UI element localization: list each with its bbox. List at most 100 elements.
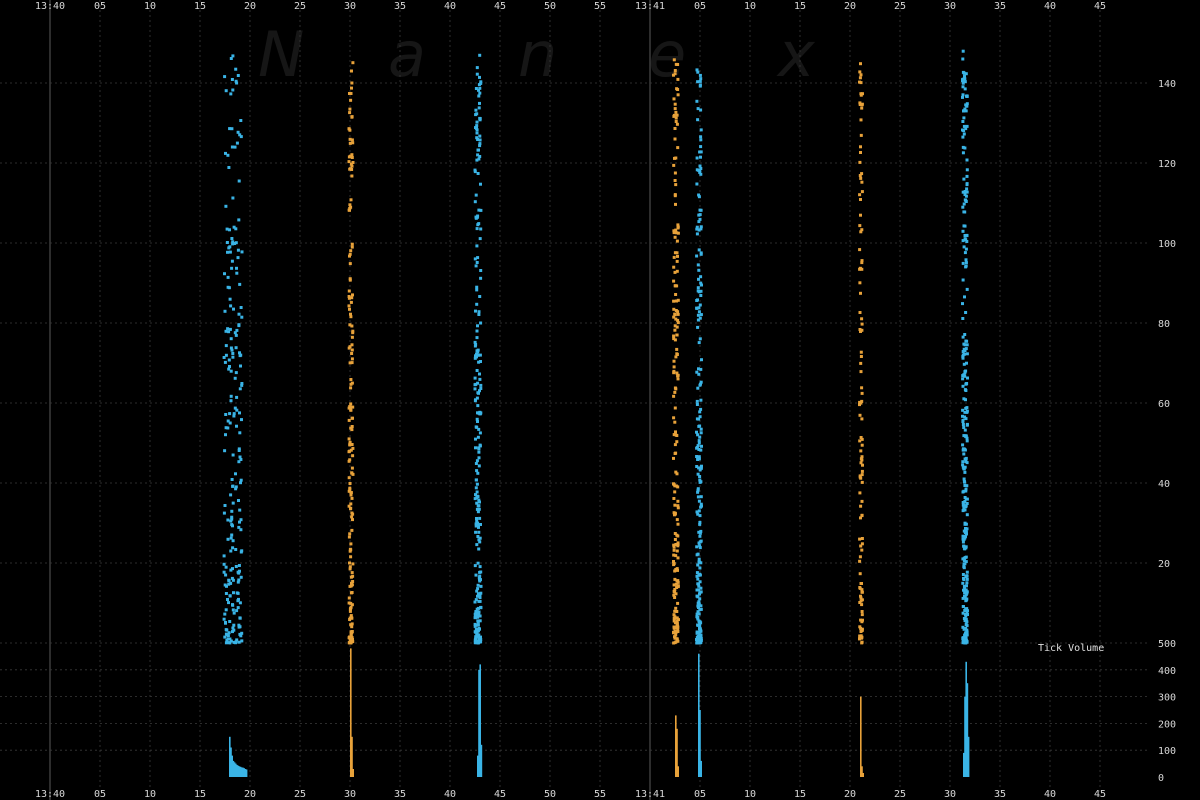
scatter-point bbox=[965, 361, 968, 365]
scatter-point bbox=[476, 471, 480, 475]
scatter-point bbox=[963, 107, 967, 111]
scatter-point bbox=[474, 343, 478, 346]
scatter-point bbox=[699, 294, 703, 297]
scatter-point bbox=[673, 629, 677, 633]
scatter-point bbox=[223, 272, 226, 276]
scatter-point bbox=[860, 469, 864, 473]
scatter-point bbox=[240, 250, 244, 254]
scatter-point bbox=[672, 58, 676, 62]
scatter-point bbox=[349, 402, 353, 406]
scatter-point bbox=[860, 443, 864, 447]
scatter-point bbox=[961, 229, 965, 233]
scatter-point bbox=[675, 231, 679, 235]
scatter-point bbox=[474, 641, 478, 645]
scatter-point bbox=[697, 466, 701, 470]
scatter-point bbox=[695, 182, 699, 186]
scatter-point bbox=[675, 622, 679, 626]
scatter-point bbox=[223, 583, 227, 587]
scatter-point bbox=[860, 590, 864, 594]
scatter-point bbox=[697, 248, 701, 252]
scatter-point bbox=[478, 237, 482, 241]
scatter-point bbox=[348, 307, 351, 311]
scatter-point bbox=[232, 307, 235, 311]
scatter-point bbox=[227, 631, 231, 635]
scatter-point bbox=[964, 555, 968, 559]
scatter-point bbox=[964, 406, 968, 410]
scatter-point bbox=[965, 104, 969, 108]
scatter-point bbox=[964, 198, 968, 202]
scatter-point bbox=[478, 101, 481, 105]
scatter-point bbox=[696, 495, 700, 499]
scatter-point bbox=[698, 560, 702, 564]
scatter-point bbox=[962, 124, 966, 128]
scatter-point bbox=[672, 334, 676, 338]
scatter-point bbox=[229, 337, 233, 341]
scatter-point bbox=[965, 352, 969, 356]
scatter-point bbox=[348, 262, 352, 266]
scatter-point bbox=[963, 333, 967, 336]
scatter-point bbox=[478, 574, 482, 578]
scatter-point bbox=[672, 231, 676, 235]
scatter-point bbox=[235, 141, 239, 145]
scatter-point bbox=[350, 630, 354, 634]
scatter-point bbox=[672, 543, 676, 547]
scatter-point bbox=[695, 225, 699, 229]
scatter-point bbox=[964, 194, 968, 198]
scatter-point bbox=[673, 328, 677, 332]
scatter-point bbox=[964, 522, 968, 526]
scatter-point bbox=[351, 161, 355, 164]
scatter-point bbox=[226, 327, 230, 331]
scatter-point bbox=[235, 638, 239, 642]
scatter-point bbox=[223, 504, 227, 507]
scatter-point bbox=[860, 317, 864, 321]
scatter-point bbox=[347, 418, 351, 422]
scatter-point bbox=[963, 428, 967, 432]
scatter-point bbox=[239, 364, 242, 368]
scatter-point bbox=[963, 237, 967, 241]
scatter-point bbox=[961, 463, 965, 467]
scatter-point bbox=[676, 522, 680, 526]
scatter-point bbox=[238, 508, 242, 512]
x-tick-label-top: 20 bbox=[244, 1, 256, 12]
scatter-point bbox=[675, 239, 679, 243]
scatter-point bbox=[675, 434, 679, 437]
watermark-letter: n bbox=[518, 18, 557, 91]
scatter-point bbox=[237, 179, 241, 183]
scatter-point bbox=[676, 93, 680, 97]
scatter-point bbox=[698, 522, 702, 526]
scatter-point bbox=[673, 127, 677, 130]
scatter-point bbox=[859, 361, 863, 365]
scatter-point bbox=[473, 168, 477, 172]
scatter-point bbox=[697, 439, 701, 443]
scatter-point bbox=[224, 353, 228, 357]
scatter-point bbox=[676, 77, 680, 81]
scatter-point bbox=[675, 549, 679, 553]
scatter-point bbox=[860, 437, 864, 441]
scatter-point bbox=[477, 83, 481, 87]
scatter-point bbox=[675, 518, 679, 522]
vol-y-tick-label: 100 bbox=[1158, 746, 1176, 757]
scatter-point bbox=[961, 120, 965, 123]
scatter-point bbox=[965, 233, 969, 237]
scatter-point bbox=[859, 176, 863, 180]
scatter-point bbox=[961, 355, 965, 359]
vol-y-tick-label: 400 bbox=[1158, 666, 1176, 677]
scatter-point bbox=[231, 88, 235, 92]
scatter-point bbox=[672, 279, 676, 283]
scatter-point bbox=[858, 491, 862, 495]
scatter-point bbox=[961, 377, 965, 381]
scatter-point bbox=[230, 266, 234, 270]
scatter-point bbox=[964, 623, 968, 626]
scatter-point bbox=[224, 329, 228, 333]
scatter-point bbox=[348, 361, 352, 365]
scatter-point bbox=[963, 388, 967, 392]
scatter-point bbox=[236, 248, 240, 252]
scatter-point bbox=[350, 416, 354, 420]
scatter-point bbox=[348, 167, 352, 171]
scatter-point bbox=[239, 481, 242, 485]
x-tick-label-bottom: 05 bbox=[694, 789, 706, 800]
scatter-point bbox=[475, 543, 479, 547]
scatter-point bbox=[963, 480, 967, 484]
x-tick-label-top: 30 bbox=[344, 1, 356, 12]
scatter-point bbox=[223, 360, 227, 364]
